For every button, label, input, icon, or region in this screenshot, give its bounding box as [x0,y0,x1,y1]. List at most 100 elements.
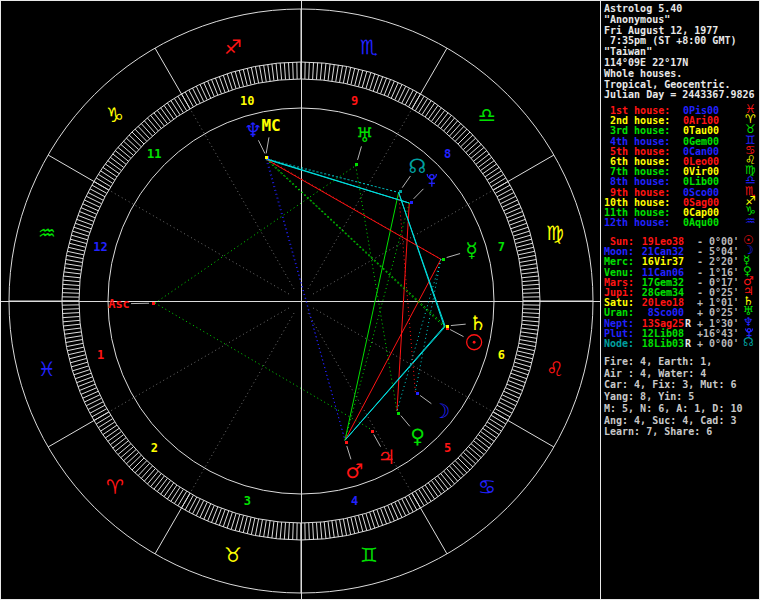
planet-glyph-icon: ☊ [743,337,754,347]
degree-tick [313,62,314,79]
sign-scorpio-icon: ♏ [360,35,378,59]
degree-tick [144,121,155,134]
aspect-node-mars [345,192,399,440]
header-line: "Taiwan" [604,47,652,57]
mercury-dot [442,258,445,261]
degree-tick [520,340,537,343]
degree-tick [483,428,497,438]
degree-tick [522,320,539,321]
degree-tick [63,324,80,326]
degree-tick [316,522,317,539]
degree-tick [522,280,539,281]
degree-tick [520,259,537,262]
aspect-pluto-mars [345,203,409,440]
sign-gemini-icon: ♊ [360,543,378,567]
degree-tick [422,101,431,115]
degree-tick [514,362,530,367]
degree-tick [366,513,371,529]
degree-tick [98,419,112,428]
mars-dot [345,441,348,444]
degree-tick [438,113,448,126]
degree-tick [431,108,441,122]
jupiter-dot [371,430,374,433]
degree-tick [110,157,124,167]
degree-tick [471,444,484,455]
tally-line: Car: 4, Fix: 3, Mut: 6 [604,380,736,390]
tally-line: M: 5, N: 6, A: 1, D: 10 [604,404,742,414]
degree-tick [316,63,317,80]
planet-label: Node: [604,338,634,349]
degree-tick [293,523,294,540]
degree-tick [495,409,510,417]
degree-tick [259,66,262,83]
degree-tick [398,86,405,101]
house-number: 10 [240,94,254,108]
degree-tick [171,101,180,115]
aspect-neptune-mars [267,159,345,440]
degree-tick [513,231,529,236]
degree-tick [110,435,124,445]
degree-tick [86,398,101,405]
degree-tick [347,67,351,84]
degree-tick [70,239,86,243]
degree-tick [320,522,321,539]
degree-tick [458,458,470,470]
planet-pointer [451,324,466,325]
degree-tick [497,189,512,197]
degree-tick [92,409,107,417]
degree-tick [192,499,200,514]
degree-tick [515,239,531,243]
degree-tick [247,517,251,534]
degree-tick [328,64,330,81]
degree-tick [251,67,255,84]
tally-line: Ang: 4, Suc: 4, Cad: 3 [604,416,736,426]
planet-pointer [450,330,463,337]
header-line: "Anonymous" [604,15,670,25]
degree-tick [489,419,503,428]
degree-tick [419,98,428,112]
degree-tick [108,431,122,441]
degree-tick [174,98,183,112]
degree-tick [115,441,128,452]
astrolog-window: 123456789101112♈♉♊♋♌♍♎♏♐♑♒♓☽☿♀♂♃♄♅♆☊MCAs… [0,0,760,600]
degree-tick [522,324,539,326]
header-line: Astrolog 5.40 [604,4,682,14]
degree-tick [235,514,240,530]
degree-tick [247,68,251,85]
degree-tick [431,481,441,495]
degree-tick [235,71,240,87]
info-panel: Astrolog 5.40"Anonymous"Fri August 12, 1… [600,1,760,600]
degree-tick [113,438,126,448]
degree-tick [332,64,334,81]
degree-tick [86,196,101,203]
degree-tick [135,461,147,473]
house-cusp-value: 0Tau00 [683,126,719,136]
degree-tick [62,309,79,310]
degree-tick [70,358,86,362]
planet-row: Node:18Lib03R+ 0°00'☊ [604,339,634,349]
degree-tick [481,431,495,441]
degree-tick [154,113,164,126]
degree-tick [66,340,83,343]
degree-tick [324,522,326,539]
degree-tick [113,154,126,164]
degree-tick [522,284,539,285]
degree-tick [118,147,131,158]
saturn-glyph-icon: ♄ [469,311,487,335]
degree-tick [96,178,111,187]
degree-tick [123,141,136,152]
degree-tick [62,293,79,294]
tally-line: Learn: 7, Share: 6 [604,427,712,437]
header-line: Whole houses. [604,69,682,79]
degree-tick [517,247,534,251]
degree-tick [351,517,355,534]
degree-tick [523,288,540,289]
planet-pointer [414,189,424,199]
aspect-mercury-mars [345,259,441,440]
house-number: 1 [97,348,104,362]
venus-dot [397,412,400,415]
neptune-glyph-icon: ♆ [244,118,262,142]
degree-tick [455,461,467,473]
degree-tick [90,405,105,413]
sign-leo-icon: ♌ [546,357,564,381]
